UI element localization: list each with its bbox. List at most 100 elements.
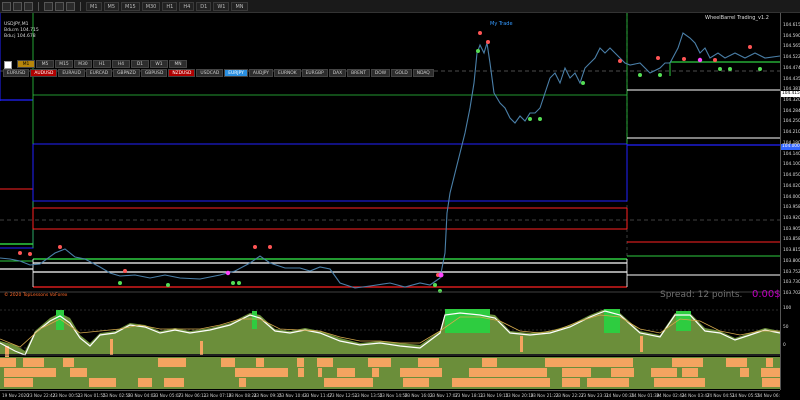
crosshair-icon[interactable] bbox=[44, 1, 53, 11]
time-label: 24 Nov 03:47 bbox=[681, 393, 710, 398]
symbol-panel: M1 M5 M15 M30 H1 H4 D1 W1 MN EURUSD AUDUSD EURAUD E… bbox=[3, 60, 434, 78]
symbol-button-ndaq[interactable]: NDAQ bbox=[412, 69, 434, 77]
toolbar-timeframe-h4[interactable]: H4 bbox=[179, 1, 195, 11]
time-label: 23 Nov 19:15 bbox=[480, 393, 509, 398]
toolbar-timeframe-d1[interactable]: D1 bbox=[196, 1, 212, 11]
panel-timeframe-m1[interactable]: M1 bbox=[17, 60, 35, 68]
panel-timeframe-m30[interactable]: M30 bbox=[74, 60, 92, 68]
time-axis[interactable]: 19 Nov 2020 23 Nov 22:42 23 Nov 00:51 23 No… bbox=[0, 390, 780, 400]
histogram-block bbox=[38, 358, 44, 367]
histogram-block bbox=[485, 368, 509, 377]
histogram-pane bbox=[0, 357, 780, 389]
time-label: 23 Nov 22:42 bbox=[27, 393, 56, 398]
histogram-block bbox=[403, 378, 410, 387]
histogram-block bbox=[324, 378, 333, 387]
time-label: 23 Nov 20:19 bbox=[505, 393, 534, 398]
panel-symbol-row: EURUSD AUDUSD EURAUD EURCAD GBPNZD GBPUSD NZDU… bbox=[3, 69, 434, 77]
histogram-block bbox=[368, 358, 391, 367]
histogram-block bbox=[4, 378, 12, 387]
histogram-block bbox=[63, 358, 74, 367]
panel-timeframe-mn[interactable]: MN bbox=[169, 60, 187, 68]
histogram-block bbox=[726, 358, 732, 367]
panel-timeframe-m5[interactable]: M5 bbox=[36, 60, 54, 68]
histogram-block bbox=[297, 358, 304, 367]
symbol-button-eurnok[interactable]: EURNOK bbox=[273, 69, 301, 77]
price-tag: 104.415 bbox=[781, 91, 800, 97]
text-icon[interactable] bbox=[66, 1, 75, 11]
price-axis[interactable]: 104.615 104.590 104.565 104.522 104.474 104.4… bbox=[780, 13, 800, 390]
histogram-block bbox=[562, 378, 580, 387]
price-label: 104.284 bbox=[783, 108, 800, 114]
symbol-button-eurgbp[interactable]: EURGBP bbox=[301, 69, 328, 77]
histogram-block bbox=[254, 368, 266, 377]
price-label: 104.615 bbox=[783, 23, 800, 28]
histogram-block bbox=[169, 378, 184, 387]
price-label: 104.474 bbox=[783, 65, 800, 71]
histogram-block bbox=[22, 378, 33, 387]
symbol-button-gbpusd[interactable]: GBPUSD bbox=[140, 69, 168, 77]
symbol-button-dax[interactable]: DAX bbox=[328, 69, 347, 77]
time-label: 23 Nov 23:31 bbox=[580, 393, 610, 398]
symbol-button-usdcad[interactable]: USDCAD bbox=[196, 69, 224, 77]
histogram-block bbox=[4, 368, 26, 377]
new-chart-icon[interactable] bbox=[2, 1, 11, 11]
histogram-block bbox=[509, 368, 527, 377]
toolbar-timeframe-h1[interactable]: H1 bbox=[162, 1, 178, 11]
time-label: 23 Nov 14:59 bbox=[379, 393, 408, 398]
toolbar-timeframe-m5[interactable]: M5 bbox=[103, 1, 119, 11]
price-label: 104.020 bbox=[783, 183, 800, 189]
histogram-block bbox=[298, 368, 304, 377]
symbol-button-gbpnzd[interactable]: GBPNZD bbox=[113, 69, 140, 77]
time-label: 24 Nov 06:00 bbox=[757, 393, 780, 398]
time-label: 19 Nov 2020 bbox=[2, 393, 29, 398]
symbol-button-gold[interactable]: GOLD bbox=[391, 69, 412, 77]
time-label: 23 Nov 01:55 bbox=[77, 393, 106, 398]
panel-timeframe-w1[interactable]: W1 bbox=[150, 60, 168, 68]
symbol-button-nzdusd[interactable]: NZDUSD bbox=[168, 69, 196, 77]
histogram-block bbox=[482, 358, 497, 367]
toolbar-timeframe-w1[interactable]: W1 bbox=[213, 1, 230, 11]
zoom-in-icon[interactable] bbox=[13, 1, 22, 11]
time-label: 23 Nov 16:03 bbox=[404, 393, 433, 398]
price-label: 104.590 bbox=[783, 33, 800, 39]
histogram-block bbox=[256, 358, 264, 367]
indicator-level-label: 0 bbox=[783, 343, 786, 348]
symbol-button-euraud[interactable]: EURAUD bbox=[58, 69, 85, 77]
panel-timeframe-m15[interactable]: M15 bbox=[55, 60, 73, 68]
symbol-button-audjpy[interactable]: AUDJPY bbox=[248, 69, 273, 77]
zoom-out-icon[interactable] bbox=[24, 1, 33, 11]
histogram-block bbox=[556, 358, 582, 367]
toolbar-timeframe-m1[interactable]: M1 bbox=[86, 1, 102, 11]
price-label: 103.815 bbox=[783, 248, 800, 254]
time-label: 23 Nov 18:11 bbox=[455, 393, 484, 398]
histogram-block bbox=[158, 358, 186, 367]
ask-line: Bdu:j 104.678 bbox=[4, 34, 36, 39]
toolbar-timeframe-m30[interactable]: M30 bbox=[141, 1, 161, 11]
panel-timeframe-h4[interactable]: H4 bbox=[112, 60, 130, 68]
histogram-block bbox=[469, 368, 485, 377]
price-label: 103.958 bbox=[783, 205, 800, 211]
histogram-block bbox=[690, 378, 705, 387]
panel-timeframe-d1[interactable]: D1 bbox=[131, 60, 149, 68]
toolbar-timeframe-mn[interactable]: MN bbox=[231, 1, 248, 11]
toolbar-timeframe-m15[interactable]: M15 bbox=[121, 1, 140, 11]
panel-timeframe-h1[interactable]: H1 bbox=[93, 60, 111, 68]
time-label: 23 Nov 04:03 bbox=[127, 393, 157, 398]
symbol-button-brent[interactable]: BRENT bbox=[347, 69, 370, 77]
symbol-button-audusd[interactable]: AUDUSD bbox=[30, 69, 58, 77]
time-label: 23 Nov 06:11 bbox=[178, 393, 207, 398]
histogram-block bbox=[221, 358, 235, 367]
histogram-block bbox=[672, 358, 693, 367]
trendline-icon[interactable] bbox=[55, 1, 64, 11]
time-label: 23 Nov 08:24 bbox=[228, 393, 257, 398]
histogram-block bbox=[418, 358, 439, 367]
time-label: 23 Nov 12:51 bbox=[329, 393, 358, 398]
ea-name-label: WheelBarrel Trading_v1.2 bbox=[705, 15, 769, 21]
symbol-button-eurcad[interactable]: EURCAD bbox=[85, 69, 113, 77]
symbol-button-eurjpy[interactable]: EURJPY bbox=[224, 69, 248, 77]
symbol-button-dow[interactable]: DOW bbox=[370, 69, 391, 77]
histogram-block bbox=[266, 368, 288, 377]
price-label: 103.920 bbox=[783, 215, 800, 221]
histogram-block bbox=[610, 358, 633, 367]
symbol-button-eurusd[interactable]: EURUSD bbox=[3, 69, 30, 77]
